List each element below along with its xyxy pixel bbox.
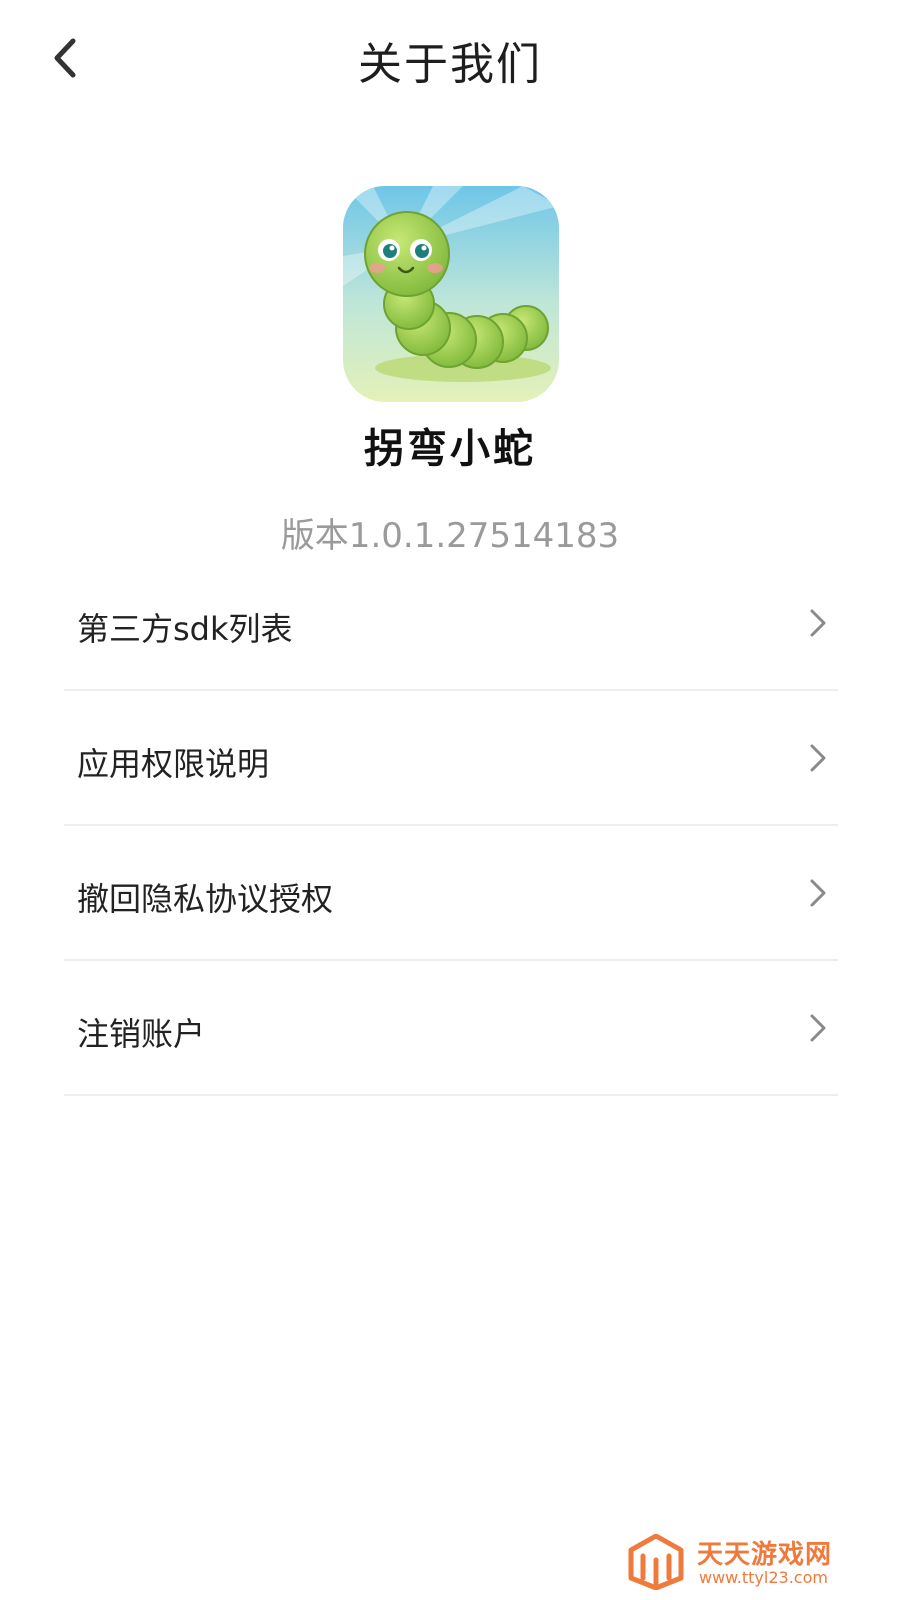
menu-item-label: 注销账户: [77, 1015, 206, 1053]
watermark-logo-icon: [628, 1534, 684, 1590]
chevron-right-icon: [810, 744, 826, 771]
chevron-right-icon: [810, 609, 826, 636]
settings-menu: 第三方sdk列表 应用权限说明 撤回隐私协议授权 注销账户: [64, 556, 838, 1096]
chevron-right-icon: [810, 879, 826, 906]
caterpillar-icon: [343, 186, 559, 402]
menu-item-app-permissions[interactable]: 应用权限说明: [64, 691, 838, 826]
app-icon: [343, 186, 559, 402]
menu-item-label: 撤回隐私协议授权: [77, 880, 334, 918]
menu-item-delete-account[interactable]: 注销账户: [64, 961, 838, 1096]
top-bar: 关于我们: [0, 0, 900, 120]
menu-item-revoke-privacy-consent[interactable]: 撤回隐私协议授权: [64, 826, 838, 961]
watermark: 天天游戏网 www.ttyl23.com: [627, 1534, 887, 1590]
menu-item-third-party-sdk-list[interactable]: 第三方sdk列表: [64, 556, 838, 691]
page-title: 关于我们: [358, 39, 542, 90]
menu-item-label: 第三方sdk列表: [77, 610, 293, 648]
watermark-name: 天天游戏网: [697, 1540, 833, 1570]
chevron-right-icon: [810, 1014, 826, 1041]
app-name: 拐弯小蛇: [364, 426, 536, 472]
version-text: 版本1.0.1.27514183: [280, 516, 620, 556]
watermark-url: www.ttyl23.com: [699, 1568, 828, 1587]
menu-item-label: 应用权限说明: [77, 745, 270, 783]
